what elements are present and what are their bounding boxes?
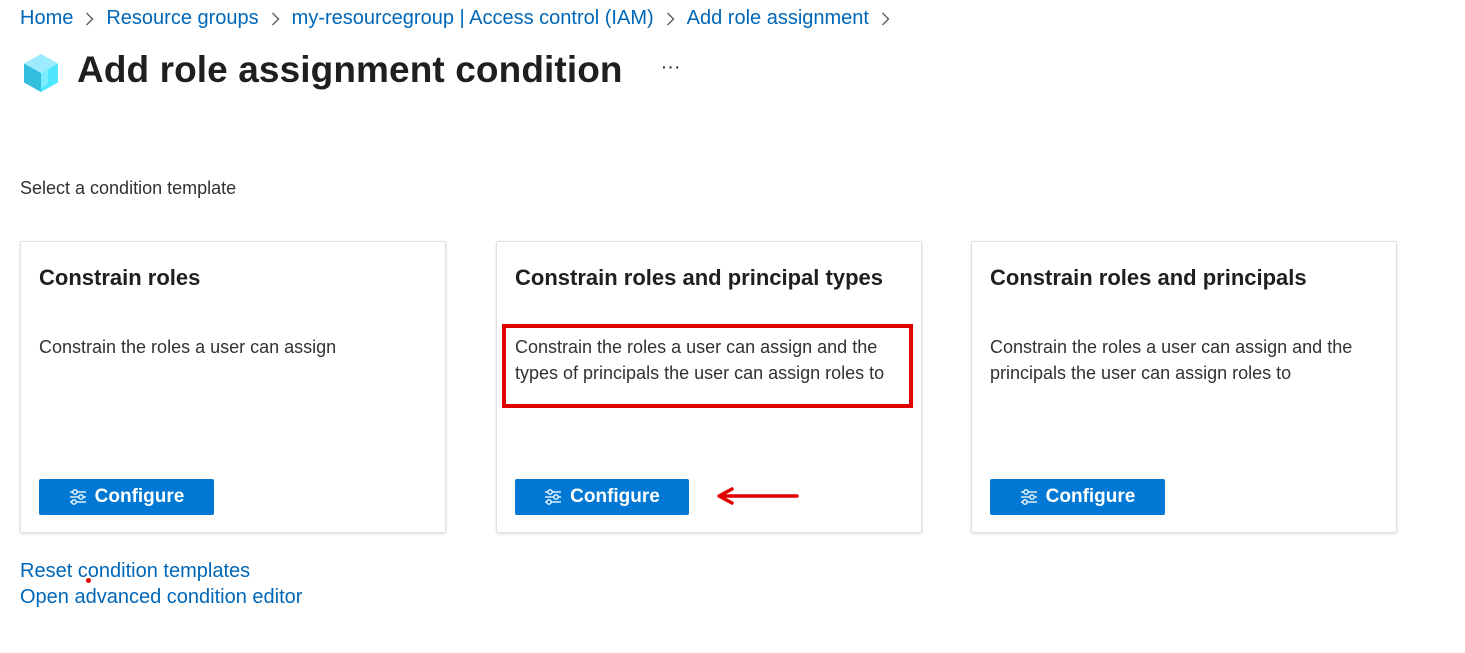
template-card-constrain-roles: Constrain roles Constrain the roles a us…	[20, 241, 446, 533]
breadcrumb-resource-groups[interactable]: Resource groups	[106, 7, 258, 30]
card-title: Constrain roles and principal types	[515, 265, 883, 290]
configure-button[interactable]: Configure	[990, 479, 1165, 515]
chevron-right-icon	[259, 7, 292, 30]
settings-sliders-icon	[544, 489, 562, 505]
page-title: Add role assignment condition	[77, 49, 623, 90]
configure-button-label: Configure	[94, 486, 185, 507]
configure-button[interactable]: Configure	[39, 479, 214, 515]
chevron-right-icon	[654, 7, 687, 30]
breadcrumb: Home Resource groups my-resourcegroup | …	[20, 7, 902, 30]
template-card-constrain-roles-principal-types: Constrain roles and principal types Cons…	[496, 241, 922, 533]
settings-sliders-icon	[1020, 489, 1038, 505]
settings-sliders-icon	[69, 489, 87, 505]
configure-button-label: Configure	[1045, 486, 1136, 507]
card-title: Constrain roles	[39, 265, 201, 290]
section-label: Select a condition template	[20, 178, 237, 198]
annotation-dot	[86, 578, 91, 583]
breadcrumb-home[interactable]: Home	[20, 7, 73, 30]
annotation-arrow-icon	[716, 487, 800, 510]
reset-templates-link[interactable]: Reset condition templates	[20, 560, 250, 583]
chevron-right-icon	[73, 7, 106, 30]
card-description: Constrain the roles a user can assign an…	[515, 337, 885, 383]
open-advanced-editor-link[interactable]: Open advanced condition editor	[20, 586, 302, 609]
card-description: Constrain the roles a user can assign	[39, 337, 337, 357]
page-header: Add role assignment condition ···	[22, 46, 681, 94]
card-description: Constrain the roles a user can assign an…	[990, 337, 1353, 383]
breadcrumb-add-role-assignment[interactable]: Add role assignment	[687, 7, 869, 30]
cube-icon	[22, 52, 60, 94]
chevron-right-icon	[869, 7, 902, 30]
breadcrumb-access-control[interactable]: my-resourcegroup | Access control (IAM)	[292, 7, 654, 30]
configure-button-label: Configure	[570, 486, 660, 507]
more-options-button[interactable]: ···	[661, 56, 681, 79]
configure-button[interactable]: Configure	[515, 479, 689, 515]
card-title: Constrain roles and principals	[990, 265, 1307, 290]
template-card-constrain-roles-principals: Constrain roles and principals Constrain…	[971, 241, 1397, 533]
